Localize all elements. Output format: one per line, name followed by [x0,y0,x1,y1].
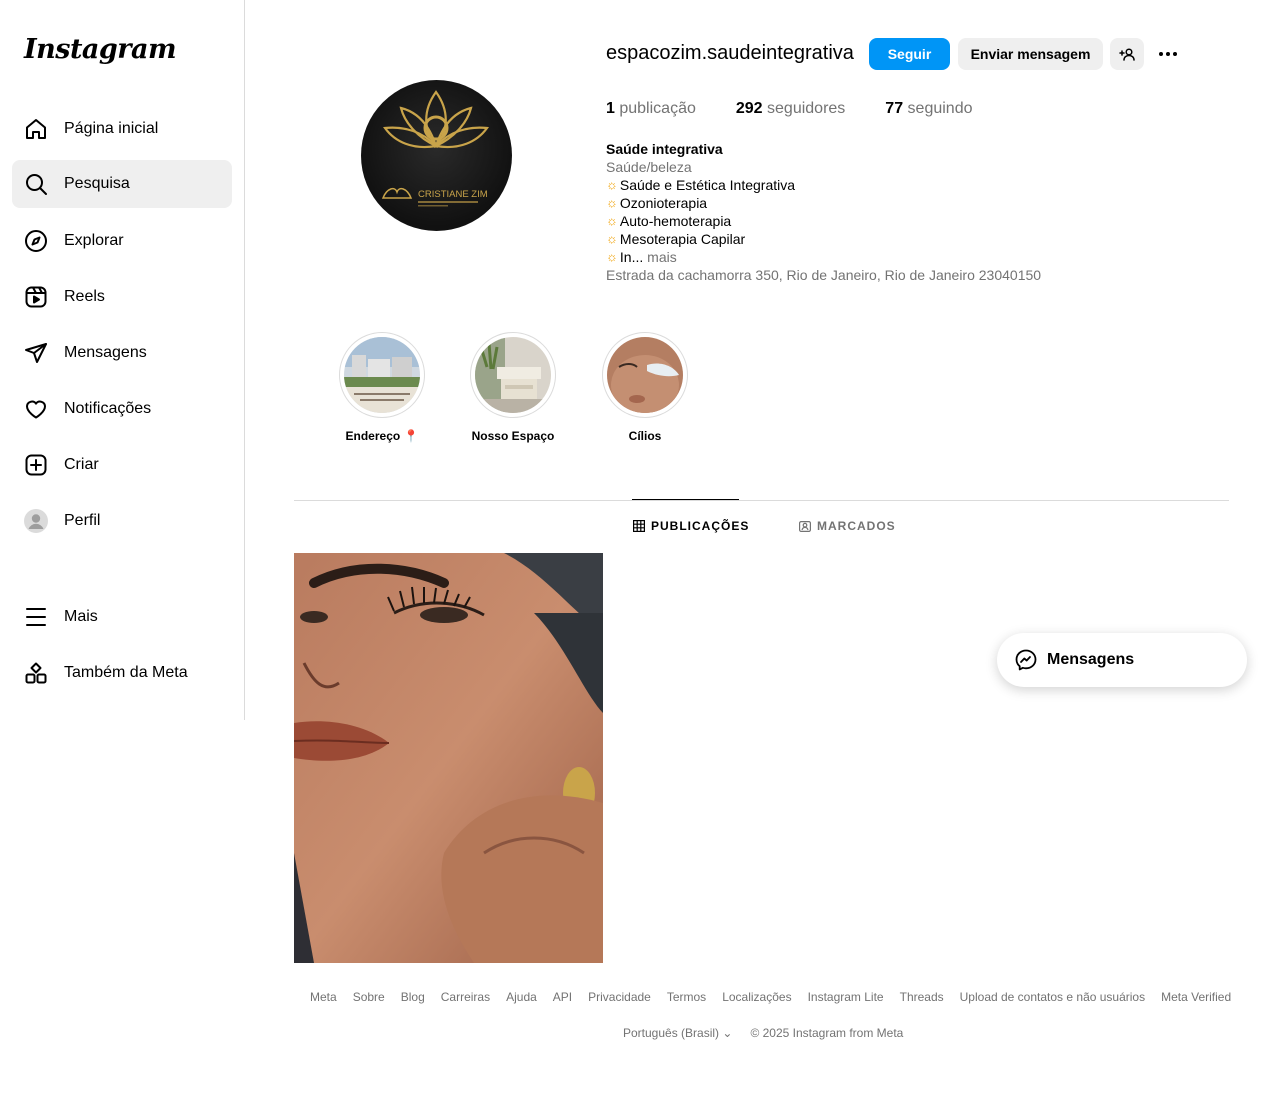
footer-bottom: Português (Brasil) ⌄ © 2025 Instagram fr… [623,1026,903,1040]
story-highlight[interactable]: Nosso Espaço [470,332,556,443]
sidebar-item-create[interactable]: Criar [12,441,232,489]
search-icon [24,172,48,196]
language-select[interactable]: Português (Brasil) ⌄ [623,1026,732,1040]
story-highlight[interactable]: Cílios [602,332,688,443]
sidebar-item-profile[interactable]: Perfil [12,497,232,545]
sidebar-item-label: Página inicial [64,120,159,137]
footer-link[interactable]: API [553,990,572,1004]
messenger-icon [1015,649,1037,671]
sidebar: Instagram Página inicial Pesquisa Explor… [0,0,245,720]
lotus-logo-image: CRISTIANE ZIM [381,90,490,207]
bio-address[interactable]: Estrada da cachamorra 350, Rio de Janeir… [606,266,1041,284]
sidebar-item-label: Criar [64,456,99,473]
footer-link[interactable]: Meta [310,990,337,1004]
sidebar-item-label: Perfil [64,512,101,529]
send-icon [24,341,48,365]
footer-links: Meta Sobre Blog Carreiras Ajuda API Priv… [310,990,1247,1004]
chevron-down-icon: ⌄ [722,1026,733,1040]
compass-icon [24,229,48,253]
reels-icon [24,285,48,309]
footer-link[interactable]: Blog [401,990,425,1004]
sidebar-item-meta[interactable]: Também da Meta [12,649,232,697]
sidebar-item-messages[interactable]: Mensagens [12,329,232,377]
highlight-label: Cílios [628,429,662,443]
sun-icon: ☼ [606,213,618,228]
avatar-icon [24,509,48,533]
highlight-label: Nosso Espaço [471,429,555,443]
send-message-button[interactable]: Enviar mensagem [958,38,1103,70]
menu-icon [24,605,48,629]
sidebar-item-label: Mensagens [64,344,147,361]
profile-avatar[interactable]: CRISTIANE ZIM [361,80,512,231]
sidebar-item-label: Explorar [64,232,124,249]
footer-link[interactable]: Localizações [722,990,791,1004]
sidebar-item-home[interactable]: Página inicial [12,105,232,153]
footer-link[interactable]: Upload de contatos e não usuários [960,990,1145,1004]
sidebar-item-label: Reels [64,288,105,305]
footer-link[interactable]: Meta Verified [1161,990,1231,1004]
add-person-icon [1119,48,1135,61]
profile-username: espacozim.saudeintegrativa [606,42,854,64]
highlight-cover-image [607,337,683,413]
follow-button[interactable]: Seguir [869,38,950,70]
post-image [294,553,603,963]
tagged-icon [799,521,811,532]
bio-more-link[interactable]: mais [647,248,677,266]
bio-line: ☼ Mesoterapia Capilar [606,231,746,247]
posts-stat: 1 publicação [606,100,696,117]
sidebar-item-search[interactable]: Pesquisa [12,160,232,208]
instagram-logo[interactable]: Instagram [24,34,177,65]
footer-link[interactable]: Termos [667,990,706,1004]
footer-link[interactable]: Ajuda [506,990,537,1004]
messages-floating-label: Mensagens [1047,651,1135,668]
footer-link[interactable]: Carreiras [441,990,490,1004]
copyright-text: © 2025 Instagram from Meta [750,1026,904,1040]
bio-line: ☼ Saúde e Estética Integrativa [606,177,796,193]
tab-tagged[interactable]: MARCADOS [799,519,896,533]
sidebar-item-notifications[interactable]: Notificações [12,385,232,433]
footer-link[interactable]: Threads [900,990,944,1004]
sidebar-item-label: Mais [64,608,98,625]
suggest-user-button[interactable] [1110,38,1144,70]
sidebar-item-reels[interactable]: Reels [12,273,232,321]
svg-text:CRISTIANE ZIM: CRISTIANE ZIM [418,189,488,200]
tab-posts[interactable]: PUBLICAÇÕES [633,519,749,533]
footer-link[interactable]: Instagram Lite [808,990,884,1004]
sidebar-item-explore[interactable]: Explorar [12,217,232,265]
sidebar-item-label: Notificações [64,400,152,417]
messages-floating-button[interactable]: Mensagens [997,633,1247,687]
tabs-divider [294,500,1229,501]
bio-line: ☼ Ozonioterapia [606,195,708,211]
active-tab-indicator [632,499,739,500]
sidebar-item-more[interactable]: Mais [12,593,232,641]
highlight-cover-image [475,337,551,413]
ellipsis-icon [1159,52,1177,56]
followers-stat[interactable]: 292 seguidores [736,100,845,118]
profile-bio: Saúde integrativa Saúde/beleza ☼ Saúde e … [606,140,1041,284]
sun-icon: ☼ [606,231,618,246]
more-options-button[interactable] [1152,40,1184,68]
profile-stats: 1 publicação 292 seguidores 77 seguindo [606,100,1013,118]
sun-icon: ☼ [606,249,618,264]
footer-link[interactable]: Privacidade [588,990,651,1004]
bio-line: ☼ Auto-hemoterapia [606,213,732,229]
bio-line: ☼ In... mais [606,248,677,266]
highlight-label: Endereço 📍 [345,429,419,443]
sidebar-item-label: Pesquisa [64,175,130,192]
story-highlight[interactable]: Endereço 📍 [339,332,425,443]
sun-icon: ☼ [606,195,618,210]
sidebar-item-label: Também da Meta [64,664,188,681]
bio-category: Saúde/beleza [606,159,692,175]
grid-icon [633,520,645,532]
meta-apps-icon [24,661,48,685]
bio-name: Saúde integrativa [606,141,723,157]
highlight-cover-image [344,337,420,413]
post-thumbnail[interactable] [294,553,603,963]
footer-link[interactable]: Sobre [353,990,385,1004]
sun-icon: ☼ [606,177,618,192]
heart-icon [24,397,48,421]
home-icon [24,117,48,141]
following-stat[interactable]: 77 seguindo [885,100,972,118]
plus-square-icon [24,453,48,477]
